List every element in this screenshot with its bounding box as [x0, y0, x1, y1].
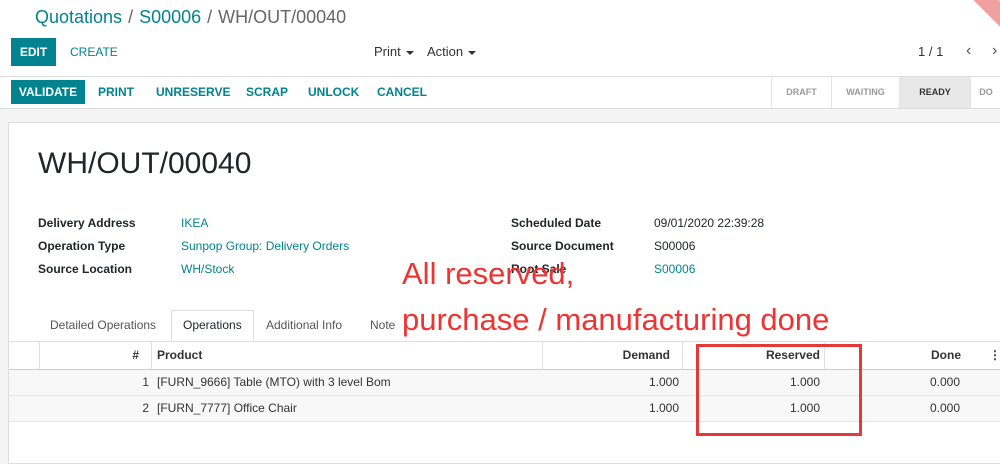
scrap-button[interactable]: SCRAP [246, 85, 288, 99]
row-number: 2 [142, 401, 149, 415]
chevron-left-icon[interactable]: ‹ [966, 42, 971, 60]
chevron-right-icon[interactable]: › [992, 42, 997, 60]
breadcrumb: Quotations / S00006/WH/OUT/00040 [35, 7, 346, 28]
create-button[interactable]: CREATE [64, 38, 124, 66]
print-dropdown[interactable]: Print [374, 44, 414, 59]
record-title: WH/OUT/00040 [38, 147, 252, 180]
unlock-button[interactable]: UNLOCK [308, 85, 359, 99]
source-location-value[interactable]: WH/Stock [181, 262, 234, 276]
tab-operations[interactable]: Operations [171, 310, 254, 341]
column-header-product[interactable]: Product [157, 342, 202, 369]
source-document-value: S00006 [654, 239, 696, 253]
delivery-address-label: Delivery Address [38, 216, 136, 230]
statusbar: VALIDATE PRINT UNRESERVE SCRAP UNLOCK CA… [0, 77, 1000, 109]
operation-type-value[interactable]: Sunpop Group: Delivery Orders [181, 239, 349, 253]
delivery-address-value[interactable]: IKEA [181, 216, 208, 230]
stage-ready[interactable]: READY [899, 77, 970, 108]
annotation-line-2: purchase / manufacturing done [402, 302, 830, 337]
tab-note[interactable]: Note [359, 311, 406, 340]
column-header-number[interactable]: # [39, 342, 139, 369]
cancel-button[interactable]: CANCEL [377, 85, 427, 99]
stage-waiting[interactable]: WAITING [831, 77, 899, 108]
breadcrumb-separator: / [128, 7, 134, 27]
tab-additional-info[interactable]: Additional Info [255, 311, 353, 340]
source-document-label: Source Document [511, 239, 614, 253]
column-divider [151, 342, 152, 369]
control-panel: Quotations / S00006/WH/OUT/00040 EDIT CREA… [0, 0, 1000, 77]
caret-down-icon [405, 50, 414, 55]
breadcrumb-separator: / [207, 7, 213, 27]
stage-done[interactable]: DO [970, 77, 1000, 108]
validate-button[interactable]: VALIDATE [11, 80, 85, 104]
annotation-highlight-box [696, 344, 862, 436]
row-product[interactable]: [FURN_9666] Table (MTO) with 3 level Bom [157, 370, 391, 395]
caret-down-icon [468, 50, 477, 55]
breadcrumb-quotations[interactable]: Quotations [35, 7, 122, 27]
action-dropdown[interactable]: Action [427, 44, 477, 59]
pager-value[interactable]: 1 / 1 [918, 44, 943, 59]
scheduled-date-label: Scheduled Date [511, 216, 602, 230]
action-dropdown-label: Action [427, 44, 464, 59]
edit-button[interactable]: EDIT [11, 38, 56, 66]
column-header-demand[interactable]: Demand [542, 342, 670, 369]
row-product[interactable]: [FURN_7777] Office Chair [157, 396, 297, 421]
source-location-label: Source Location [38, 262, 133, 276]
corner-ribbon [951, 0, 1000, 43]
breadcrumb-sale-order[interactable]: S00006 [139, 7, 201, 27]
root-sale-value[interactable]: S00006 [654, 262, 695, 276]
row-demand[interactable]: 1.000 [542, 370, 679, 395]
annotation-line-1: All reserved, [402, 256, 575, 291]
unreserve-button[interactable]: UNRESERVE [156, 85, 230, 99]
tab-detailed-operations[interactable]: Detailed Operations [39, 311, 167, 340]
stage-draft[interactable]: DRAFT [771, 77, 831, 108]
print-dropdown-label: Print [374, 44, 401, 59]
print-button[interactable]: PRINT [98, 85, 134, 99]
scheduled-date-value: 09/01/2020 22:39:28 [654, 216, 765, 230]
operation-type-label: Operation Type [38, 239, 126, 253]
row-demand[interactable]: 1.000 [542, 396, 679, 421]
breadcrumb-current: WH/OUT/00040 [218, 7, 347, 27]
row-number: 1 [142, 375, 149, 389]
column-options-icon[interactable]: ⋮ [989, 342, 1000, 369]
